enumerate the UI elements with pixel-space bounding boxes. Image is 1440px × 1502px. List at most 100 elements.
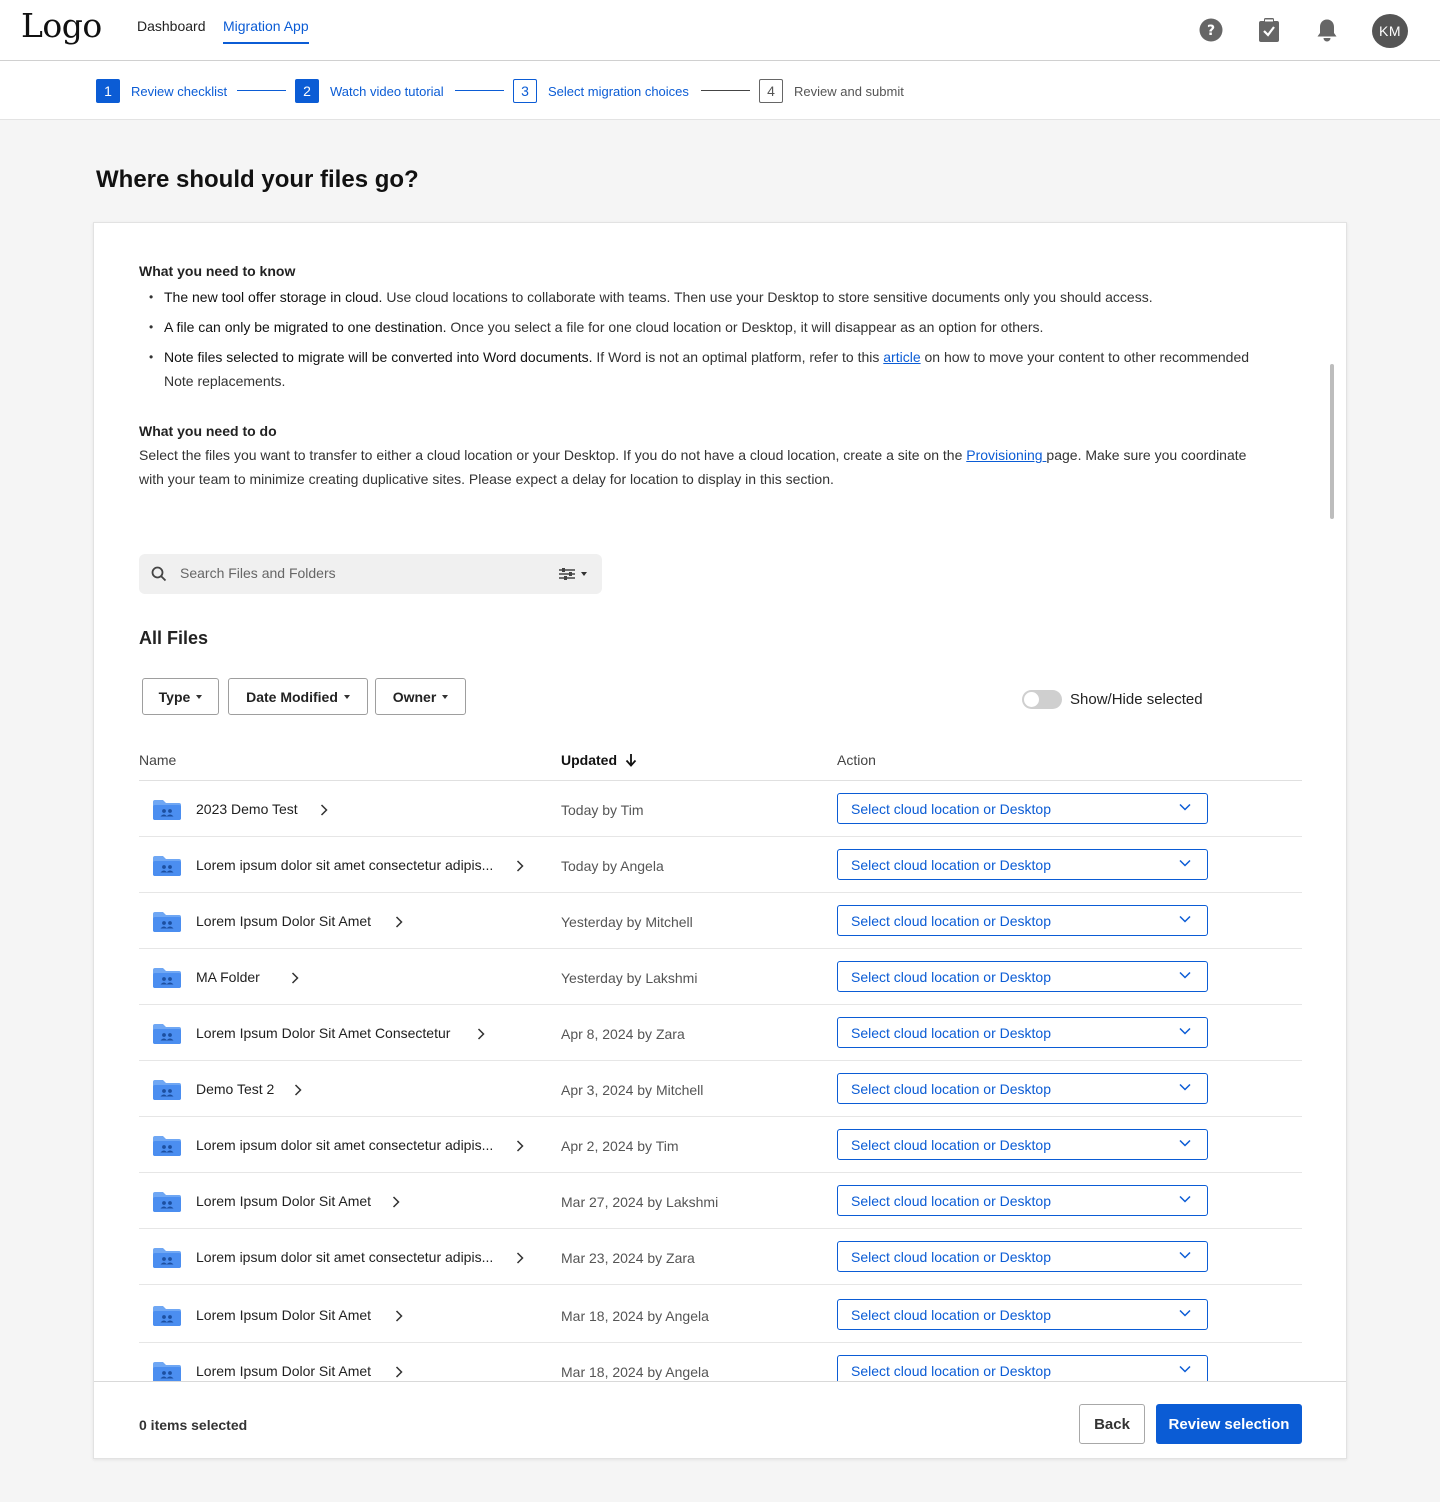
bullet-bold: A file can only be migrated to one desti… [164,319,447,335]
step-select-migration[interactable]: 3 Select migration choices [513,79,689,103]
table-row[interactable]: Lorem Ipsum Dolor Sit Amet Yesterday by M… [139,893,1302,949]
chevron-right-icon[interactable] [395,1365,403,1381]
chevron-right-icon[interactable] [516,1251,524,1269]
destination-select[interactable]: Select cloud location or Desktop [837,1129,1208,1160]
table-row[interactable]: Lorem ipsum dolor sit amet consectetur a… [139,1229,1302,1285]
chevron-down-icon [1179,1251,1191,1259]
destination-select[interactable]: Select cloud location or Desktop [837,1073,1208,1104]
updated-info: Yesterday by Lakshmi [561,970,698,986]
column-header-name: Name [139,752,177,768]
bullet-text: Use cloud locations to collaborate with … [382,289,1153,305]
file-name[interactable]: Lorem ipsum dolor sit amet consectetur a… [196,1249,493,1265]
logo[interactable]: Logo [21,6,102,45]
file-name[interactable]: Lorem Ipsum Dolor Sit Amet [196,913,371,929]
file-name[interactable]: Demo Test 2 [196,1081,274,1097]
destination-select[interactable]: Select cloud location or Desktop [837,1299,1208,1330]
bullet-text: Once you select a file for one cloud loc… [446,319,1044,335]
table-row[interactable]: 2023 Demo Test Today by Tim Select cloud l… [139,781,1302,837]
file-name[interactable]: 2023 Demo Test [196,801,298,817]
chevron-right-icon[interactable] [294,1083,302,1101]
step-review-submit: 4 Review and submit [759,79,904,103]
step-watch-video[interactable]: 2 Watch video tutorial [295,79,444,103]
chevron-right-icon[interactable] [392,1195,400,1213]
select-label: Select cloud location or Desktop [851,1307,1051,1323]
table-row[interactable]: Lorem Ipsum Dolor Sit Amet Mar 18, 2024 b… [139,1343,1302,1381]
column-header-updated[interactable]: Updated [561,752,637,768]
type-filter-button[interactable]: Type [142,678,219,715]
step-connector [701,90,750,91]
chevron-down-icon [581,572,587,576]
file-name[interactable]: Lorem ipsum dolor sit amet consectetur a… [196,1137,493,1153]
step-connector [237,90,286,91]
review-selection-button[interactable]: Review selection [1156,1404,1302,1444]
shared-folder-icon [152,1023,182,1050]
file-name[interactable]: Lorem Ipsum Dolor Sit Amet [196,1193,371,1209]
updated-info: Mar 18, 2024 by Angela [561,1364,709,1380]
shared-folder-icon [152,1305,182,1332]
file-name[interactable]: Lorem Ipsum Dolor Sit Amet [196,1363,371,1379]
step-label: Watch video tutorial [330,83,444,99]
destination-select[interactable]: Select cloud location or Desktop [837,961,1208,992]
shared-folder-icon [152,1361,182,1381]
chevron-right-icon[interactable] [516,859,524,877]
search-icon [151,566,167,587]
chevron-right-icon[interactable] [477,1027,485,1045]
chevron-down-icon [1179,1083,1191,1091]
destination-select[interactable]: Select cloud location or Desktop [837,1241,1208,1272]
table-row[interactable]: Lorem Ipsum Dolor Sit Amet Mar 18, 2024 b… [139,1287,1302,1343]
chevron-right-icon[interactable] [395,915,403,933]
chevron-right-icon[interactable] [291,971,299,989]
destination-select[interactable]: Select cloud location or Desktop [837,793,1208,824]
bullet-bold: The new tool offer storage in cloud. [164,289,383,305]
updated-info: Today by Tim [561,802,644,818]
updated-info: Today by Angela [561,858,664,874]
step-connector [455,90,504,91]
date-modified-filter-button[interactable]: Date Modified [228,678,368,715]
caret-down-icon [196,694,203,699]
tab-migration-app[interactable]: Migration App [223,18,309,44]
tab-dashboard[interactable]: Dashboard [137,18,206,44]
destination-select[interactable]: Select cloud location or Desktop [837,905,1208,936]
back-button[interactable]: Back [1079,1404,1145,1444]
file-name[interactable]: MA Folder [196,969,260,985]
help-icon[interactable]: ? [1198,16,1224,44]
scrollbar[interactable] [1330,364,1334,519]
bell-icon[interactable] [1314,16,1340,44]
table-row[interactable]: Lorem Ipsum Dolor Sit Amet Mar 27, 2024 b… [139,1173,1302,1229]
updated-info: Mar 18, 2024 by Angela [561,1308,709,1324]
bullet-bold: Note files selected to migrate will be c… [164,349,593,365]
owner-filter-button[interactable]: Owner [375,678,466,715]
updated-info: Apr 3, 2024 by Mitchell [561,1082,704,1098]
avatar[interactable]: KM [1372,14,1408,48]
table-row[interactable]: Lorem ipsum dolor sit amet consectetur a… [139,837,1302,893]
table-row[interactable]: Lorem ipsum dolor sit amet consectetur a… [139,1117,1302,1173]
destination-select[interactable]: Select cloud location or Desktop [837,1355,1208,1381]
clipboard-check-icon[interactable] [1256,16,1282,44]
chevron-right-icon[interactable] [395,1309,403,1327]
chevron-right-icon[interactable] [516,1139,524,1157]
table-row[interactable]: MA Folder Yesterday by Lakshmi Select clou… [139,949,1302,1005]
chevron-down-icon [1179,1027,1191,1035]
provisioning-link[interactable]: Provisioning [966,447,1046,463]
svg-text:?: ? [1207,23,1215,39]
destination-select[interactable]: Select cloud location or Desktop [837,849,1208,880]
step-review-checklist[interactable]: 1 Review checklist [96,79,227,103]
select-label: Select cloud location or Desktop [851,913,1051,929]
article-link[interactable]: article [883,349,920,365]
select-label: Select cloud location or Desktop [851,969,1051,985]
card-footer: 0 items selected Back Review selection [94,1381,1346,1458]
destination-select[interactable]: Select cloud location or Desktop [837,1185,1208,1216]
table-row[interactable]: Demo Test 2 Apr 3, 2024 by Mitchell Select… [139,1061,1302,1117]
table-row[interactable]: Lorem Ipsum Dolor Sit Amet Consectetur Ap… [139,1005,1302,1061]
file-name[interactable]: Lorem ipsum dolor sit amet consectetur a… [196,857,493,873]
filter-options-icon[interactable] [559,568,587,580]
step-number: 1 [96,79,120,103]
file-name[interactable]: Lorem Ipsum Dolor Sit Amet [196,1307,371,1323]
search-input[interactable] [180,565,540,581]
card-scroll-area[interactable]: What you need to know The new tool offer… [94,223,1346,1381]
file-name[interactable]: Lorem Ipsum Dolor Sit Amet Consectetur [196,1025,450,1041]
chevron-right-icon[interactable] [320,803,328,821]
show-hide-toggle[interactable] [1022,690,1062,709]
caret-down-icon [343,694,350,699]
destination-select[interactable]: Select cloud location or Desktop [837,1017,1208,1048]
